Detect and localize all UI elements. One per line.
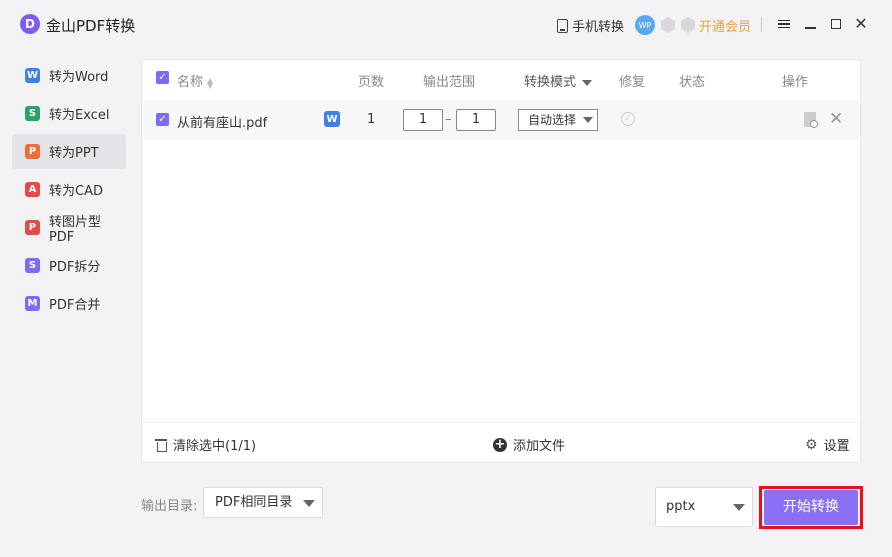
column-repair: 修复 [619, 75, 646, 90]
chevron-down-icon [733, 504, 745, 511]
title-bar: D 金山PDF转换 手机转换 WP 开通会员 ✕ [0, 0, 892, 50]
page-count: 1 [367, 112, 376, 127]
column-range: 输出范围 [423, 75, 476, 90]
settings-button[interactable]: ⚙ 设置 [805, 435, 850, 455]
maximize-icon[interactable] [826, 14, 846, 34]
merge-icon: M [25, 296, 40, 311]
table-row[interactable]: ✓ 从前有座山.pdf W 1 1 – 1 自动选择 ✓ ✕ [143, 100, 859, 140]
split-icon: S [25, 258, 40, 273]
column-actions: 操作 [782, 75, 809, 90]
plus-icon: + [493, 437, 507, 452]
output-dir-select[interactable]: PDF相同目录 [203, 487, 323, 518]
close-icon[interactable]: ✕ [851, 14, 871, 34]
repair-check-icon: ✓ [621, 112, 635, 126]
sidebar-item-label: PDF拆分 [49, 260, 101, 275]
column-name[interactable]: 名称 ▲ ▼ [177, 71, 213, 90]
sidebar: W 转为Word S 转为Excel P 转为PPT A 转为CAD P 转图片… [12, 58, 126, 324]
word-type-icon: W [324, 111, 340, 127]
sidebar-item-to-excel[interactable]: S 转为Excel [12, 96, 126, 131]
conversion-mode-value: 自动选择 [528, 113, 577, 127]
column-mode[interactable]: 转换模式 [524, 71, 593, 90]
output-dir-label: 输出目录: [141, 499, 198, 514]
super-member-badge-icon[interactable] [681, 17, 695, 33]
sidebar-item-label: 转为CAD [49, 184, 103, 199]
menu-icon[interactable] [774, 14, 794, 34]
output-format-select[interactable]: pptx [655, 487, 753, 527]
sidebar-item-to-word[interactable]: W 转为Word [12, 58, 126, 93]
column-name-label: 名称 [177, 75, 204, 90]
sidebar-item-label: 转为Word [49, 70, 109, 85]
trash-icon [155, 438, 167, 452]
panel-footer: 清除选中(1/1) + 添加文件 ⚙ 设置 [142, 422, 860, 462]
select-all-checkbox[interactable]: ✓ [156, 71, 169, 84]
sidebar-item-to-ppt[interactable]: P 转为PPT [12, 134, 126, 169]
start-convert-button[interactable]: 开始转换 [764, 490, 858, 525]
remove-file-icon[interactable]: ✕ [829, 109, 843, 129]
user-avatar[interactable]: WP [635, 15, 655, 35]
sidebar-item-to-cad[interactable]: A 转为CAD [12, 172, 126, 207]
range-from-input[interactable]: 1 [403, 109, 443, 131]
app-title: 金山PDF转换 [46, 17, 136, 35]
range-separator: – [445, 112, 452, 127]
titlebar-divider [761, 17, 762, 32]
output-dir-value: PDF相同目录 [215, 495, 293, 510]
clear-selected-button[interactable]: 清除选中(1/1) [155, 435, 256, 454]
excel-icon: S [25, 106, 40, 121]
range-to-input[interactable]: 1 [456, 109, 496, 131]
sidebar-item-to-image-pdf[interactable]: P 转图片型PDF [12, 210, 126, 245]
column-mode-label: 转换模式 [524, 75, 577, 90]
open-vip-link[interactable]: 开通会员 [699, 16, 751, 35]
mobile-convert-button[interactable]: 手机转换 [557, 16, 624, 35]
phone-icon [557, 18, 568, 33]
ppt-icon: P [25, 144, 40, 159]
file-list-panel: ✓ 名称 ▲ ▼ 页数 输出范围 转换模式 修复 状态 操作 ✓ 从前有座山.pdf… [141, 59, 861, 463]
clear-selected-label: 清除选中(1/1) [173, 439, 257, 454]
file-name: 从前有座山.pdf [177, 116, 268, 131]
table-header: ✓ 名称 ▲ ▼ 页数 输出范围 转换模式 修复 状态 操作 [142, 60, 860, 98]
column-status: 状态 [679, 75, 706, 90]
cad-icon: A [25, 182, 40, 197]
member-badge-icon[interactable] [661, 17, 675, 33]
sidebar-item-pdf-split[interactable]: S PDF拆分 [12, 248, 126, 283]
mobile-convert-label: 手机转换 [572, 20, 625, 35]
sidebar-item-label: 转为Excel [49, 108, 110, 123]
output-format-value: pptx [666, 499, 696, 514]
app-logo-icon: D [20, 14, 40, 34]
sidebar-item-label: 转为PPT [49, 146, 99, 161]
image-pdf-icon: P [25, 220, 40, 235]
preview-document-icon[interactable] [804, 112, 818, 128]
sidebar-item-pdf-merge[interactable]: M PDF合并 [12, 286, 126, 321]
sidebar-item-label: PDF合并 [49, 298, 101, 313]
add-file-button[interactable]: + 添加文件 [493, 435, 565, 454]
settings-label: 设置 [823, 439, 850, 454]
sort-icon[interactable]: ▲ ▼ [207, 76, 213, 89]
word-icon: W [25, 68, 40, 83]
conversion-mode-select[interactable]: 自动选择 [518, 109, 598, 131]
chevron-down-icon [583, 117, 593, 123]
column-pages: 页数 [358, 75, 385, 90]
add-file-label: 添加文件 [513, 439, 566, 454]
gear-icon: ⚙ [805, 436, 818, 453]
chevron-down-icon[interactable] [582, 79, 593, 86]
chevron-down-icon [303, 500, 315, 507]
row-checkbox[interactable]: ✓ [156, 113, 169, 126]
minimize-icon[interactable] [800, 14, 820, 34]
sidebar-item-label: 转图片型PDF [48, 214, 101, 245]
